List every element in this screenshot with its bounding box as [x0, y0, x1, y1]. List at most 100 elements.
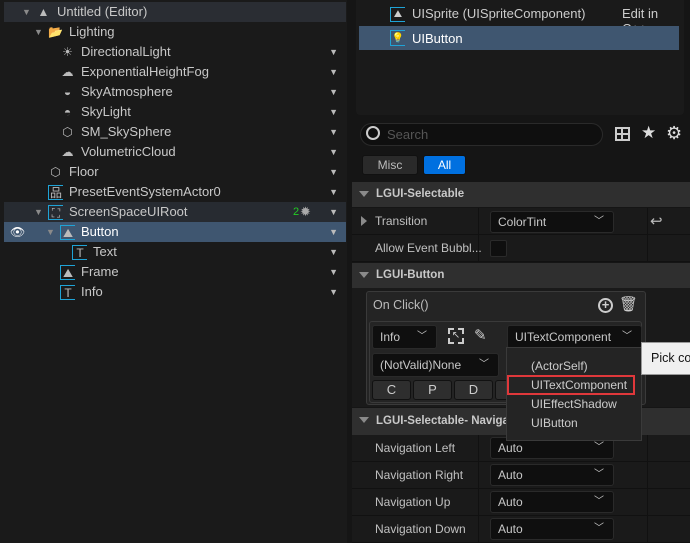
outliner-label: Info — [81, 284, 103, 299]
navigation-dropdown[interactable]: Auto ﹀ — [490, 518, 614, 540]
outliner-row[interactable]: ▼ ⛶ ScreenSpaceUIRoot 2 ✹ ▼ — [4, 202, 346, 222]
chevron-down-icon: ﹀ — [594, 523, 604, 534]
property-label: Navigation Up — [375, 495, 451, 509]
outliner-row[interactable]: ☀ DirectionalLight ▼ — [4, 42, 346, 62]
property-matrix-icon[interactable] — [615, 127, 630, 141]
section-lgui-button[interactable]: LGUI-Button — [352, 263, 690, 288]
dropdown-value: ColorTint — [498, 215, 547, 229]
property-transition: Transition ColorTint ﹀ ↩ — [352, 208, 690, 235]
transition-dropdown[interactable]: ColorTint ﹀ — [490, 211, 614, 233]
on-click-title: On Click() — [373, 298, 429, 312]
sky-atmosphere-icon: ◒ — [63, 85, 72, 99]
param-button-d[interactable]: D — [454, 380, 493, 400]
menu-item-uieffectshadow[interactable]: UIEffectShadow — [531, 395, 617, 413]
outliner-row[interactable]: ◓ SkyLight ▼ — [4, 102, 346, 122]
favorites-star-icon[interactable]: ★ — [641, 123, 656, 143]
menu-item-uitextcomponent[interactable]: UITextComponent — [531, 376, 627, 394]
row-options-dropdown-icon[interactable]: ▼ — [329, 262, 338, 282]
outliner-row[interactable]: 👁 ▼ ⛰ Button ▼ — [4, 222, 346, 242]
expand-arrow-icon[interactable] — [361, 216, 367, 226]
outliner-row[interactable]: ☁ VolumetricCloud ▼ — [4, 142, 346, 162]
ui-sprite-icon: ⛰ — [60, 265, 75, 280]
select-actor-icon[interactable]: ↖ — [448, 328, 464, 344]
row-options-dropdown-icon[interactable]: ▼ — [329, 42, 338, 62]
dropdown-value: (NotValid)None — [380, 358, 462, 372]
tooltip: Pick co — [641, 342, 690, 375]
outliner-label: Lighting — [69, 24, 115, 39]
row-options-dropdown-icon[interactable]: ▼ — [329, 182, 338, 202]
search-placeholder: Search — [387, 127, 429, 142]
outliner-label: ExponentialHeightFog — [81, 64, 209, 79]
section-lgui-selectable[interactable]: LGUI-Selectable — [352, 182, 690, 207]
ui-sprite-icon: ⛰ — [390, 7, 405, 22]
row-options-dropdown-icon[interactable]: ▼ — [329, 222, 338, 242]
component-dropdown[interactable]: UITextComponent ﹀ — [507, 325, 642, 349]
outliner-label: Frame — [81, 264, 119, 279]
dropdown-value: Auto — [498, 495, 523, 509]
row-options-dropdown-icon[interactable]: ▼ — [329, 122, 338, 142]
expand-arrow-icon[interactable]: ▼ — [34, 202, 43, 222]
settings-gear-icon[interactable]: ⚙ — [666, 123, 682, 144]
outliner-row[interactable]: ◒ SkyAtmosphere ▼ — [4, 82, 346, 102]
navigation-dropdown[interactable]: Auto ﹀ — [490, 491, 614, 513]
outliner-row[interactable]: ☁ ExponentialHeightFog ▼ — [4, 62, 346, 82]
menu-item-uibutton[interactable]: UIButton — [531, 414, 578, 432]
outliner-row[interactable]: T Info ▼ — [4, 282, 346, 302]
ui-text-icon: T — [72, 245, 87, 260]
chevron-down-icon: ﹀ — [417, 331, 427, 342]
property-allow-event-bubble: Allow Event Bubbl... — [352, 235, 690, 262]
outliner-row[interactable]: ▼ ▲ Untitled (Editor) — [4, 2, 346, 22]
component-row-uibutton[interactable]: 💡 UIButton — [359, 26, 679, 50]
ui-sprite-icon: ⛰ — [60, 225, 75, 240]
param-label: P — [428, 382, 437, 397]
row-options-dropdown-icon[interactable]: ▼ — [329, 82, 338, 102]
outliner-row[interactable]: 品 PresetEventSystemActor0 ▼ — [4, 182, 346, 202]
actor-dropdown[interactable]: Info ﹀ — [372, 325, 437, 349]
world-outliner: ▼ ▲ Untitled (Editor) ▼ 📂 Lighting ☀ Directiona… — [0, 0, 347, 543]
reset-to-default-icon[interactable]: ↩ — [650, 212, 663, 230]
outliner-row[interactable]: ⛰ Frame ▼ — [4, 262, 346, 282]
row-options-dropdown-icon[interactable]: ▼ — [329, 62, 338, 82]
dropdown-value: Info — [380, 330, 401, 344]
add-icon[interactable]: + — [598, 298, 613, 313]
expand-arrow-icon[interactable]: ▼ — [22, 2, 31, 22]
component-dropdown-menu: (ActorSelf) UITextComponent UIEffectShad… — [506, 347, 642, 441]
outliner-row[interactable]: ⬡ Floor ▼ — [4, 162, 346, 182]
function-dropdown[interactable]: (NotValid)None ﹀ — [372, 353, 499, 377]
property-label: Allow Event Bubbl... — [375, 241, 482, 255]
menu-item-actorself[interactable]: (ActorSelf) — [531, 357, 588, 375]
allow-event-bubble-checkbox[interactable] — [490, 240, 507, 257]
component-tree: ⛰ UISprite (UISpriteComponent) Edit in C… — [356, 0, 684, 115]
outliner-row[interactable]: ▼ 📂 Lighting — [4, 22, 346, 42]
filter-misc[interactable]: Misc — [362, 155, 418, 175]
component-row-uisprite[interactable]: ⛰ UISprite (UISpriteComponent) Edit in C… — [356, 2, 676, 37]
property-label: Navigation Down — [375, 522, 466, 536]
property-navigation: Navigation Down Auto ﹀ — [352, 516, 690, 543]
dropdown-value: Auto — [498, 468, 523, 482]
outliner-row[interactable]: T Text ▼ — [4, 242, 346, 262]
filter-all[interactable]: All — [423, 155, 466, 175]
expand-arrow-icon[interactable]: ▼ — [34, 22, 43, 42]
search-input[interactable]: Search — [360, 123, 603, 146]
property-label: Navigation Right — [375, 468, 464, 482]
event-system-icon: 品 — [48, 185, 63, 200]
row-options-dropdown-icon[interactable]: ▼ — [329, 202, 338, 222]
visibility-eye-icon[interactable]: 👁 — [10, 225, 25, 240]
filter-label: All — [437, 158, 452, 172]
delete-trash-icon[interactable]: 🗑 — [619, 295, 638, 313]
param-button-c[interactable]: C — [372, 380, 411, 400]
folder-icon: 📂 — [48, 25, 63, 39]
outliner-row[interactable]: ⬡ SM_SkySphere ▼ — [4, 122, 346, 142]
navigation-dropdown[interactable]: Auto ﹀ — [490, 464, 614, 486]
row-options-dropdown-icon[interactable]: ▼ — [329, 162, 338, 182]
row-options-dropdown-icon[interactable]: ▼ — [329, 242, 338, 262]
row-options-dropdown-icon[interactable]: ▼ — [329, 102, 338, 122]
outliner-label: Untitled (Editor) — [57, 4, 148, 19]
eyedropper-icon[interactable]: ✎ — [474, 326, 487, 344]
fog-icon: ☁ — [61, 65, 74, 79]
expand-arrow-icon[interactable]: ▼ — [46, 222, 55, 242]
param-button-p[interactable]: P — [413, 380, 452, 400]
row-options-dropdown-icon[interactable]: ▼ — [329, 282, 338, 302]
static-mesh-icon: ⬡ — [50, 165, 61, 179]
row-options-dropdown-icon[interactable]: ▼ — [329, 142, 338, 162]
